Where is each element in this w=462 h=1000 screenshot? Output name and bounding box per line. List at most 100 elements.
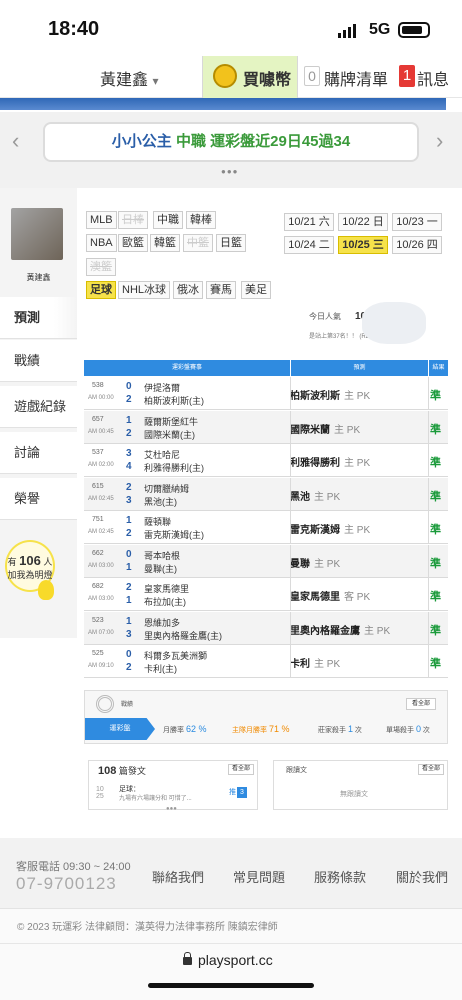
away-team[interactable]: 伊提洛爾 bbox=[144, 381, 180, 394]
away-score: 0 bbox=[126, 649, 132, 660]
stats-more-button[interactable]: 看全部 bbox=[406, 698, 436, 710]
banner-prev-icon[interactable]: ‹ bbox=[12, 128, 19, 154]
lightbulb-icon bbox=[38, 580, 54, 600]
game-time: AM 02:45 bbox=[88, 529, 114, 535]
sport-tag[interactable]: 美足 bbox=[241, 281, 271, 299]
home-team[interactable]: 雷克斯漢姆(主) bbox=[144, 528, 204, 541]
date-button[interactable]: 10/21 六 bbox=[284, 213, 334, 231]
away-score: 1 bbox=[126, 414, 132, 426]
sport-tag[interactable]: NHL冰球 bbox=[118, 281, 171, 299]
table-header-result: 結果 bbox=[429, 360, 448, 376]
row-divider bbox=[290, 544, 291, 578]
sport-tag[interactable]: 韓棒 bbox=[186, 211, 216, 229]
service-phone[interactable]: 07-9700123 bbox=[16, 874, 117, 894]
sport-tag[interactable]: MLB bbox=[86, 211, 117, 229]
home-team[interactable]: 里奧內格羅金鷹(主) bbox=[144, 629, 222, 642]
banner-next-icon[interactable]: › bbox=[436, 128, 443, 154]
away-score: 2 bbox=[126, 481, 132, 493]
sport-tag[interactable]: 足球 bbox=[86, 281, 116, 299]
pick-side: 主 PK bbox=[314, 659, 341, 670]
game-time: AM 00:45 bbox=[88, 428, 114, 435]
home-team[interactable]: 布拉加(主) bbox=[144, 595, 186, 608]
date-button[interactable]: 10/25 三 bbox=[338, 236, 388, 254]
away-team[interactable]: 薩爾斯堡紅牛 bbox=[144, 415, 198, 428]
single-value: 0 bbox=[415, 724, 421, 734]
article-count-value: 108 bbox=[98, 765, 117, 777]
home-team[interactable]: 黑池(主) bbox=[144, 495, 177, 508]
away-team[interactable]: 恩維加多 bbox=[144, 616, 180, 629]
sport-tag[interactable]: 歐籃 bbox=[118, 234, 148, 252]
date-button[interactable]: 10/26 四 bbox=[392, 236, 442, 254]
sport-tag[interactable]: 澳籃 bbox=[86, 258, 116, 276]
home-indicator[interactable] bbox=[148, 983, 314, 988]
row-divider bbox=[428, 477, 429, 511]
result: 準 bbox=[430, 591, 441, 603]
footer-link-faq[interactable]: 常見問題 bbox=[233, 867, 285, 886]
sport-tag[interactable]: 日棒 bbox=[118, 211, 148, 229]
date-button[interactable]: 10/22 日 bbox=[338, 213, 388, 231]
home-team[interactable]: 利雅得勝利(主) bbox=[144, 461, 204, 474]
monthly-winrate-value: 62 % bbox=[185, 724, 207, 734]
sport-tag[interactable]: 中籃 bbox=[183, 234, 213, 252]
date-button[interactable]: 10/24 二 bbox=[284, 236, 334, 254]
row-divider bbox=[290, 611, 291, 645]
date-button[interactable]: 10/23 一 bbox=[392, 213, 442, 231]
banner-text: 運彩盤近29日45過34 bbox=[210, 133, 351, 150]
killer-value: 1 bbox=[347, 724, 353, 734]
row-divider bbox=[428, 544, 429, 578]
sport-tag[interactable]: NBA bbox=[86, 234, 117, 252]
pick: 里奧內格羅金鷹主 PK bbox=[290, 622, 390, 637]
cart-count-badge: 0 bbox=[304, 66, 320, 86]
away-score: 2 bbox=[126, 582, 132, 593]
away-team[interactable]: 薩頓聯 bbox=[144, 515, 171, 528]
home-team[interactable]: 國際米蘭(主) bbox=[144, 428, 195, 441]
away-team[interactable]: 切爾臘納姆 bbox=[144, 482, 189, 495]
fans-count: 106 bbox=[19, 553, 41, 568]
home-team[interactable]: 柏斯波利斯(主) bbox=[144, 394, 204, 407]
banner[interactable]: 小小公主 中職 運彩盤近29日45過34 bbox=[43, 122, 419, 162]
result: 準 bbox=[430, 457, 441, 469]
article-excerpt[interactable]: 九場有六場讓分和 可惜了... bbox=[119, 793, 192, 802]
sidebar-item-record[interactable]: 戰績 bbox=[0, 340, 77, 382]
away-team[interactable]: 艾杜哈尼 bbox=[144, 448, 180, 461]
user-menu[interactable]: 黃建鑫 ▾ bbox=[100, 66, 159, 90]
sport-tag[interactable]: 中職 bbox=[153, 211, 183, 229]
away-team[interactable]: 科爾多瓦美洲獅 bbox=[144, 649, 207, 662]
status-time: 18:40 bbox=[48, 18, 100, 40]
following-empty: 無跟讀文 bbox=[340, 791, 368, 798]
messages-link[interactable]: 訊息 bbox=[417, 66, 449, 90]
pick-side: 主 PK bbox=[344, 458, 371, 469]
sidebar-item-discuss[interactable]: 討論 bbox=[0, 432, 77, 474]
pick-team: 曼聯 bbox=[290, 558, 310, 570]
header-stripe bbox=[0, 98, 446, 110]
sport-tag[interactable]: 俄冰 bbox=[173, 281, 203, 299]
cart-link[interactable]: 購牌清單 bbox=[324, 66, 388, 90]
killer-label: 莊家殺手 bbox=[318, 727, 346, 734]
home-team[interactable]: 卡利(主) bbox=[144, 662, 177, 675]
lock-icon bbox=[183, 952, 192, 965]
sidebar-item-honor[interactable]: 榮譽 bbox=[0, 478, 77, 520]
sport-tag[interactable]: 日籃 bbox=[216, 234, 246, 252]
home-score: 2 bbox=[126, 394, 132, 405]
pick: 利雅得勝利主 PK bbox=[290, 454, 370, 469]
browser-url[interactable]: playsport.cc bbox=[198, 952, 273, 968]
stats-tab[interactable]: 運彩盤 bbox=[85, 718, 155, 740]
following-more-button[interactable]: 看全部 bbox=[418, 764, 444, 775]
sport-tag[interactable]: 韓籃 bbox=[150, 234, 180, 252]
following-label: 跟讀文 bbox=[286, 767, 307, 774]
table-header-match: 運彩盤賽事 bbox=[84, 360, 290, 376]
home-winrate: 主隊月勝率 71 % bbox=[232, 718, 289, 740]
away-team[interactable]: 哥本哈根 bbox=[144, 549, 180, 562]
sport-tag[interactable]: 賽馬 bbox=[206, 281, 236, 299]
away-team[interactable]: 皇家馬德里 bbox=[144, 582, 189, 595]
table-header-pick: 預測 bbox=[291, 360, 428, 376]
avatar[interactable] bbox=[11, 208, 63, 260]
killer-unit: 次 bbox=[354, 727, 362, 734]
sidebar-item-games[interactable]: 遊戲紀錄 bbox=[0, 386, 77, 428]
footer-link-contact[interactable]: 聯絡我們 bbox=[152, 867, 204, 886]
footer-link-about[interactable]: 關於我們 bbox=[396, 867, 448, 886]
sidebar-item-predict[interactable]: 預測 bbox=[0, 297, 77, 339]
articles-more-button[interactable]: 看全部 bbox=[228, 764, 254, 775]
footer-link-terms[interactable]: 服務條款 bbox=[314, 867, 366, 886]
home-team[interactable]: 曼聯(主) bbox=[144, 562, 177, 575]
